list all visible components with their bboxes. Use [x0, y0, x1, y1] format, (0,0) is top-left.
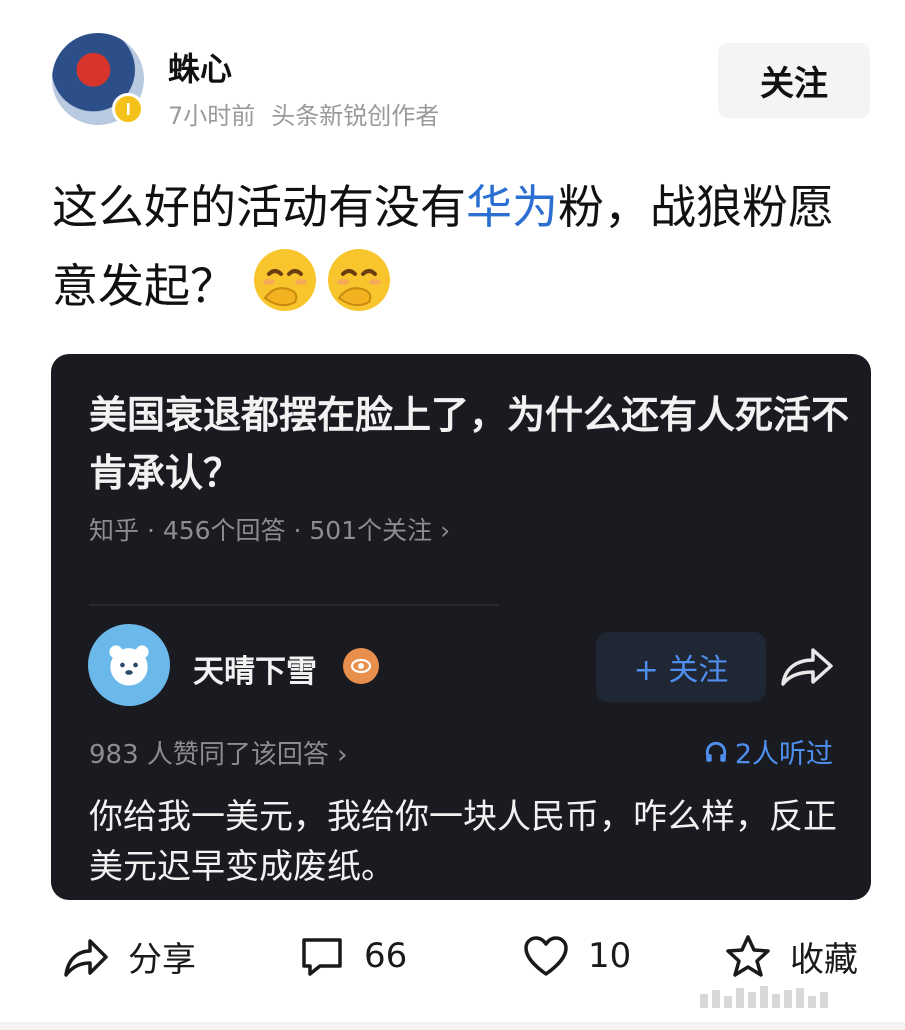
watermark-graphic: [700, 984, 890, 1008]
comment-count: 66: [364, 936, 408, 976]
post-hashtag-link[interactable]: 华为: [466, 180, 558, 234]
comment-button[interactable]: 66: [298, 932, 407, 980]
favorite-button[interactable]: 收藏: [724, 932, 858, 981]
bottom-bar: [0, 1022, 905, 1030]
share-icon: [64, 938, 108, 977]
like-count: 10: [588, 936, 632, 976]
card-divider: [89, 604, 499, 606]
post-header: 蛛心 7小时前 头条新锐创作者 关注: [0, 0, 905, 150]
embedded-answer-card[interactable]: 美国衰退都摆在脸上了，为什么还有人死活不肯承认？ 知乎 · 456个回答 · 5…: [51, 354, 871, 900]
share-button[interactable]: 分享: [62, 932, 196, 981]
follow-button[interactable]: 关注: [718, 43, 870, 118]
comment-icon: [302, 938, 342, 976]
listened-count[interactable]: 2人听过: [703, 732, 833, 771]
favorite-label: 收藏: [790, 940, 858, 980]
share-label: 分享: [128, 940, 196, 980]
answer-excerpt[interactable]: 你给我一美元，我给你一块人民币，咋么样，反正美元迟早变成废纸。: [89, 792, 849, 892]
author-meta: 7小时前 头条新锐创作者: [168, 96, 439, 131]
hand-over-mouth-emoji-icon: [251, 246, 319, 314]
author-title: 头条新锐创作者: [271, 102, 440, 130]
answerer-avatar[interactable]: [88, 624, 170, 706]
star-icon: [726, 934, 770, 977]
agree-count[interactable]: 983 人赞同了该回答 ›: [89, 734, 348, 771]
bear-face-icon: [109, 645, 149, 686]
author-name[interactable]: 蛛心: [168, 44, 232, 90]
share-arrow-icon[interactable]: [779, 644, 835, 690]
listened-text: 2人听过: [734, 739, 833, 770]
question-meta[interactable]: 知乎 · 456个回答 · 501个关注 ›: [89, 511, 450, 547]
like-button[interactable]: 10: [522, 932, 631, 980]
answerer-follow-button[interactable]: + 关注: [596, 632, 766, 702]
post-body: 这么好的活动有没有华为粉，战狼粉愿意发起？: [52, 168, 872, 325]
answerer-name[interactable]: 天晴下雪: [193, 646, 317, 691]
hand-over-mouth-emoji-icon: [325, 246, 393, 314]
heart-icon: [524, 936, 568, 976]
creator-badge-icon: [112, 93, 144, 125]
question-title[interactable]: 美国衰退都摆在脸上了，为什么还有人死活不肯承认？: [89, 386, 849, 502]
author-avatar[interactable]: [52, 33, 144, 125]
post-text-before: 这么好的活动有没有: [52, 180, 466, 234]
headphones-icon: [705, 741, 726, 762]
post-time: 7小时前: [168, 102, 256, 130]
eye-badge-icon: [343, 648, 379, 684]
